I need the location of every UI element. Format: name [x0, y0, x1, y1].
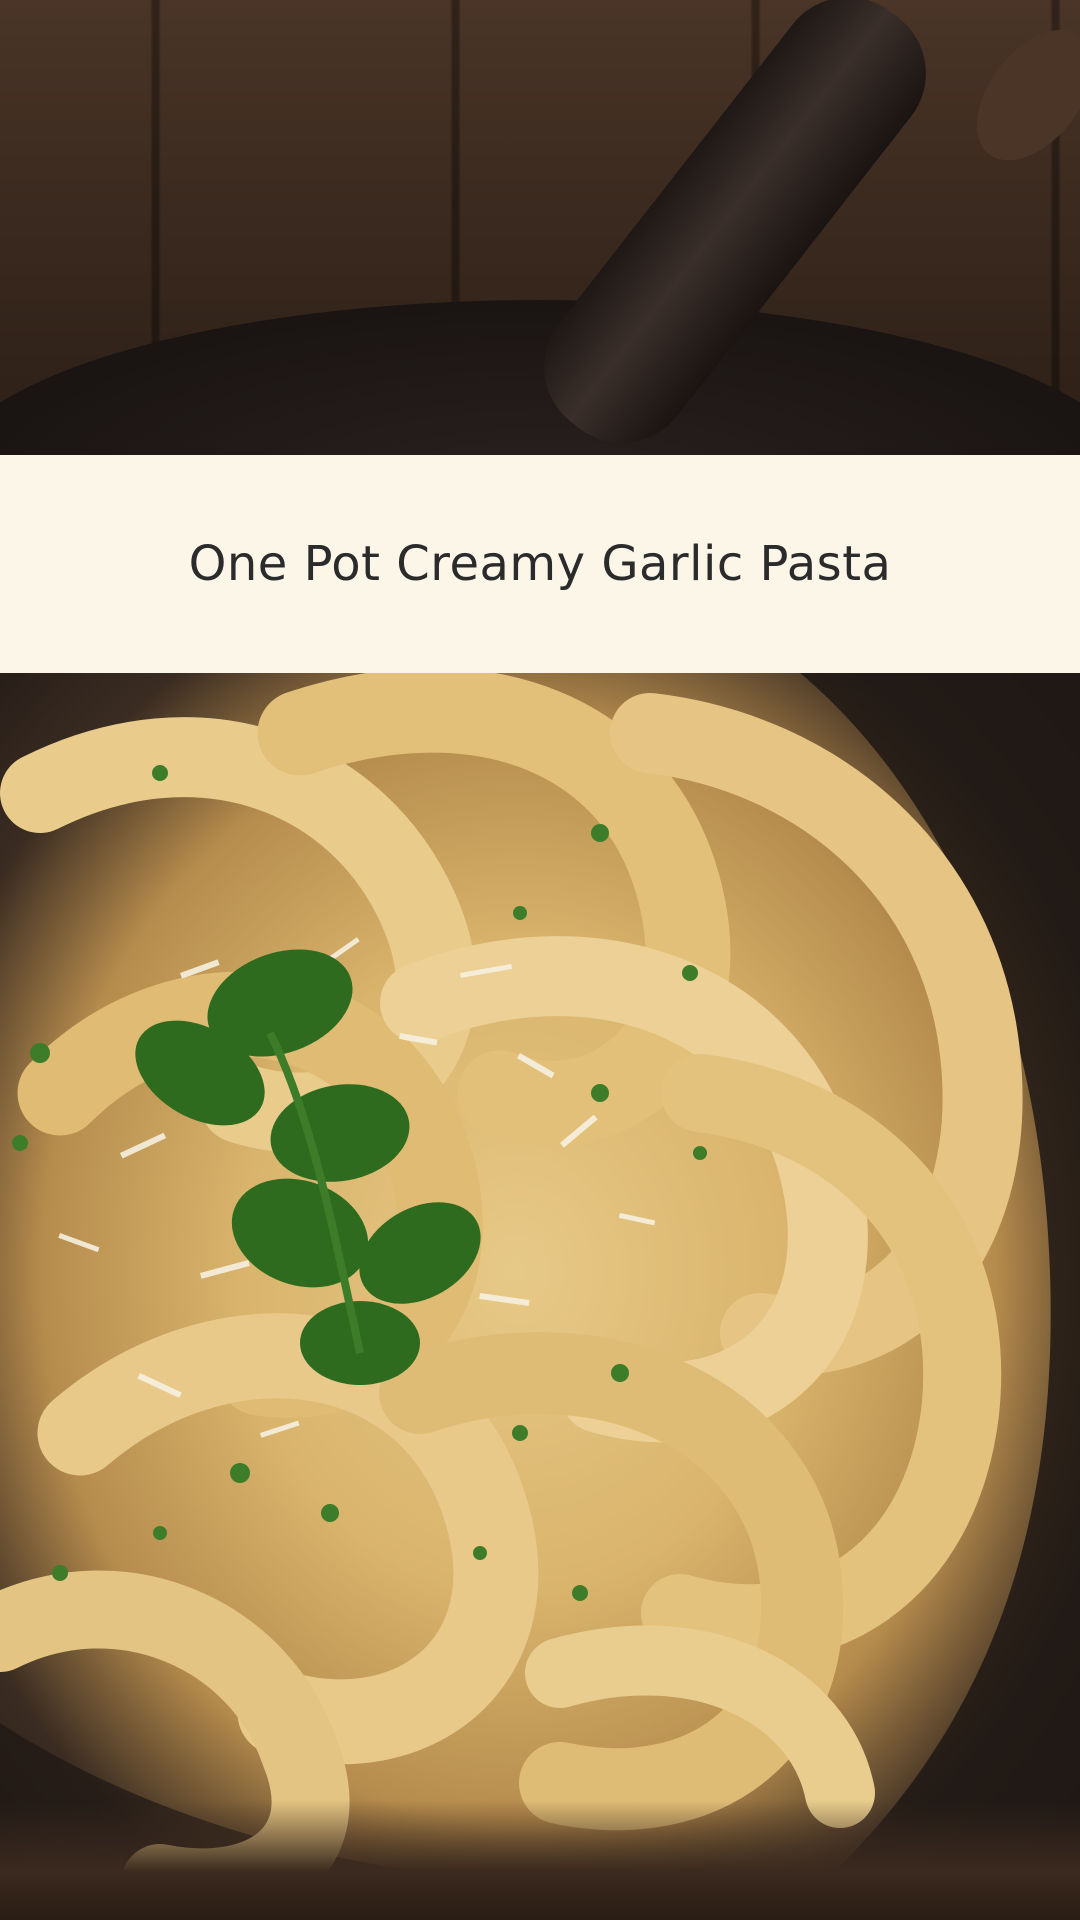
- skillet-handle-hole: [953, 8, 1080, 182]
- recipe-title: One Pot Creamy Garlic Pasta: [188, 536, 892, 592]
- title-banner: One Pot Creamy Garlic Pasta: [0, 455, 1080, 673]
- wood-table-edge: [0, 1800, 1080, 1920]
- top-photo-skillet-handle: [0, 0, 1080, 560]
- bottom-photo-pasta: [0, 673, 1080, 1920]
- pasta-illustration: [0, 673, 1080, 1920]
- recipe-pin: One Pot Creamy Garlic Pasta: [0, 0, 1080, 1920]
